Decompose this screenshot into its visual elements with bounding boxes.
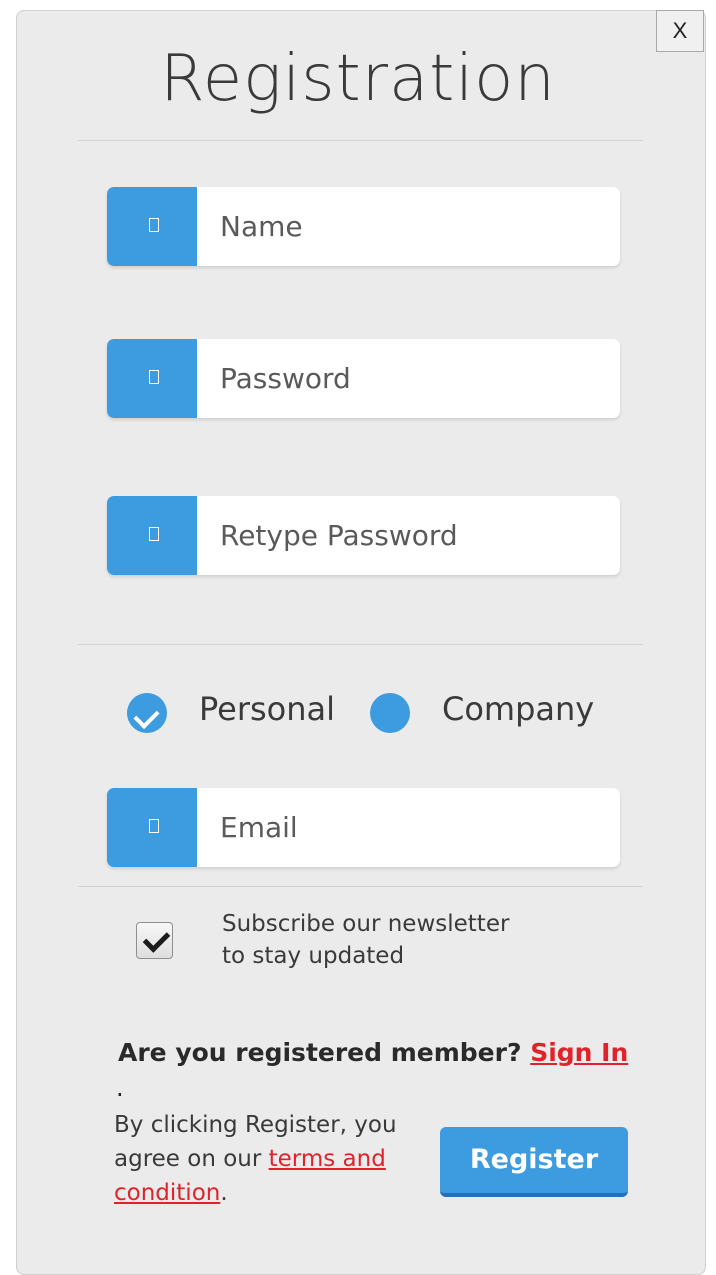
member-prompt: Are you registered member? Sign In [118, 1038, 628, 1067]
checkmark-icon [142, 925, 171, 953]
subscribe-label-line2: to stay updated [222, 943, 405, 969]
member-dot: . [116, 1074, 124, 1102]
subscribe-label-line1: Subscribe our newsletter [222, 911, 510, 937]
user-icon [107, 187, 197, 266]
radio-circle-icon [370, 693, 410, 733]
check-circle-icon [127, 693, 167, 733]
name-field[interactable] [107, 187, 620, 266]
retype-password-field[interactable] [107, 496, 620, 575]
lock-icon [107, 339, 197, 418]
name-input[interactable] [197, 187, 620, 266]
subscribe-checkbox[interactable] [136, 922, 173, 959]
mail-icon [107, 788, 197, 867]
sign-in-link[interactable]: Sign In [530, 1038, 628, 1067]
email-divider [78, 886, 643, 887]
password-field[interactable] [107, 339, 620, 418]
account-type-radio-group: Personal Company [0, 688, 716, 738]
title-divider [78, 140, 643, 141]
register-button[interactable]: Register [440, 1127, 628, 1197]
section-divider [78, 644, 643, 645]
password-input[interactable] [197, 339, 620, 418]
email-field[interactable] [107, 788, 620, 867]
email-input[interactable] [197, 788, 620, 867]
member-question: Are you registered member? [118, 1038, 522, 1067]
terms-suffix: . [220, 1180, 228, 1206]
lock-icon [107, 496, 197, 575]
radio-personal-label: Personal [199, 690, 336, 728]
radio-company-label: Company [442, 690, 595, 728]
retype-password-input[interactable] [197, 496, 620, 575]
page-title: Registration [160, 42, 556, 116]
terms-text: By clicking Register, you agree on our t… [114, 1108, 414, 1210]
subscribe-label: Subscribe our newsletter to stay updated [222, 908, 542, 972]
